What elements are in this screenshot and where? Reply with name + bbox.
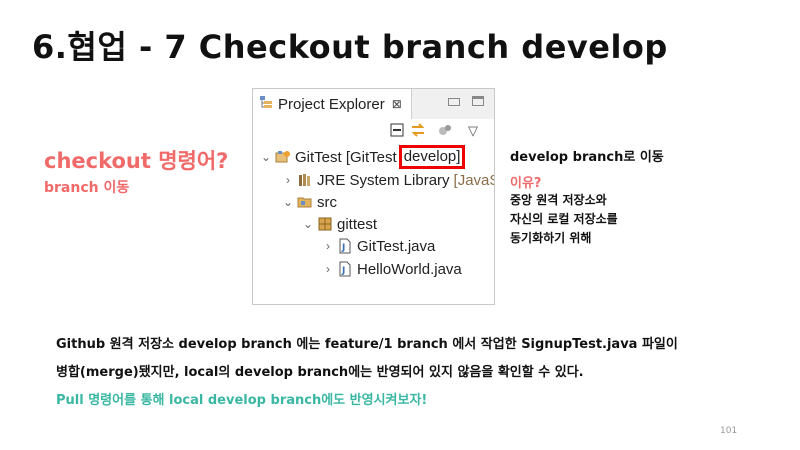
tree-item-label: src [317,193,337,211]
svg-text:J: J [341,243,345,253]
page-number: 101 [720,426,738,436]
tree-item-gittest-project[interactable]: ⌄ GitTest [GitTest develop] [259,145,466,169]
tree-item-gittest-java[interactable]: › J GitTest.java [321,235,435,257]
package-icon [317,216,333,232]
tree-item-suffix: [JavaSE [453,171,494,189]
body-line-2: 병합(merge)됐지만, local의 develop branch에는 반영… [56,365,584,380]
question-subtitle: branch 이동 [44,180,130,196]
git-project-icon [275,149,291,165]
tab-label: Project Explorer [278,95,385,113]
collapsed-chevron-icon[interactable]: › [321,239,335,253]
tree-item-jre-library[interactable]: › JRE System Library [JavaSE [281,169,494,191]
body-line-3: Pull 명령어를 통해 local develop branch에도 반영시켜… [56,393,428,408]
collapsed-chevron-icon[interactable]: › [281,173,295,187]
note-title: develop branch로 이동 [510,150,664,165]
note-why: 이유? [510,176,542,191]
tree-item-gittest-package[interactable]: ⌄ gittest [301,213,377,235]
question-heading: checkout 명령어? [44,149,229,173]
note-line: 자신의 로컬 저장소를 [510,212,618,226]
note-line: 동기화하기 위해 [510,231,592,245]
tree-item-label: HelloWorld.java [357,260,462,278]
slide-title: 6.협업 - 7 Checkout branch develop [32,28,668,66]
maximize-icon[interactable] [472,96,484,106]
tree-item-helloworld-java[interactable]: › J HelloWorld.java [321,258,462,280]
tree-item-label: JRE System Library [317,171,450,189]
note-line: 중앙 원격 저장소와 [510,193,607,207]
tab-project-explorer[interactable]: Project Explorer ⊠ [253,89,412,119]
filter-icon[interactable] [438,123,452,141]
body-line-1: Github 원격 저장소 develop branch 에는 feature/… [56,337,678,352]
close-icon[interactable]: ⊠ [392,97,402,111]
link-with-editor-icon[interactable] [410,123,426,141]
tree-item-label: gittest [337,215,378,233]
expanded-chevron-icon[interactable]: ⌄ [259,150,273,164]
expanded-chevron-icon[interactable]: ⌄ [281,195,295,209]
project-explorer-panel: Project Explorer ⊠ ▽ ⌄ GitTest [GitTest … [252,88,495,305]
collapsed-chevron-icon[interactable]: › [321,262,335,276]
current-branch-highlight: develop] [398,145,466,169]
source-folder-icon [297,194,313,210]
tree-item-src[interactable]: ⌄ src [281,191,337,213]
java-file-icon: J [337,238,353,254]
project-explorer-icon [259,95,273,114]
tree-item-label: GitTest.java [357,237,436,255]
view-toolbar: ▽ [388,123,488,141]
library-icon [297,172,313,188]
svg-text:J: J [341,266,345,276]
collapse-all-icon[interactable] [390,123,404,141]
tree-item-label: GitTest [GitTest [295,148,397,166]
expanded-chevron-icon[interactable]: ⌄ [301,217,315,231]
view-header [412,89,494,119]
java-file-icon: J [337,261,353,277]
minimize-icon[interactable] [448,98,460,106]
view-menu-icon[interactable]: ▽ [468,123,478,139]
